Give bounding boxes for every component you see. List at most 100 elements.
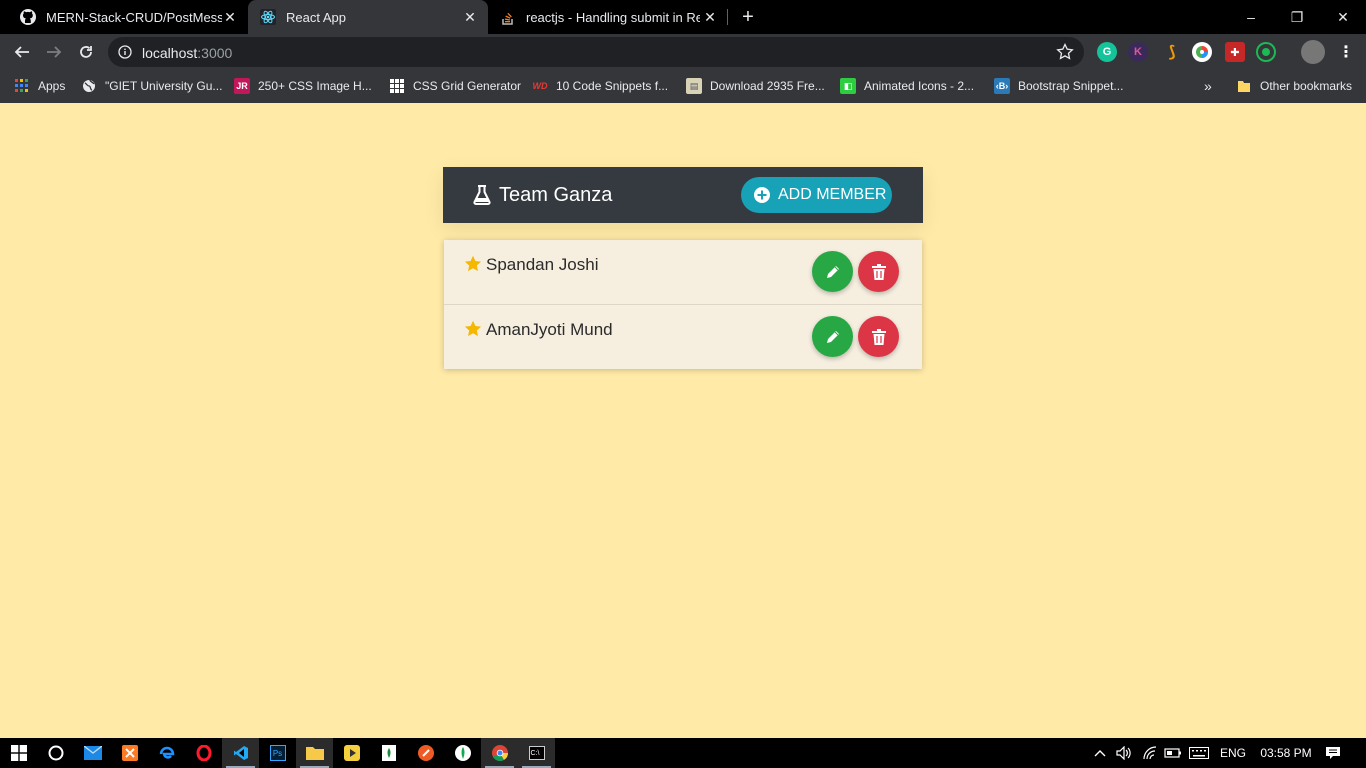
notification-center-button[interactable] <box>1318 738 1348 768</box>
kite-icon[interactable]: K <box>1128 42 1148 62</box>
bookmark-label: 250+ CSS Image H... <box>258 79 372 93</box>
taskbar-chrome[interactable] <box>481 738 518 768</box>
bookmark-label: Apps <box>38 79 66 93</box>
pin-extension-icon[interactable]: ⟆ <box>1162 42 1182 62</box>
address-bar[interactable]: localhost:3000 <box>108 37 1084 67</box>
taskbar-photoshop[interactable]: Ps <box>259 738 296 768</box>
url-host: localhost <box>142 45 198 61</box>
clock[interactable]: 03:58 PM <box>1252 738 1320 768</box>
language-indicator[interactable]: ENG <box>1216 738 1250 768</box>
github-icon <box>20 9 36 25</box>
taskbar-xampp[interactable] <box>111 738 148 768</box>
bootstrap-icon: ‹B› <box>994 78 1010 94</box>
stackoverflow-icon <box>502 12 513 25</box>
keyboard-icon[interactable] <box>1186 738 1212 768</box>
menu-kebab-icon[interactable]: ⋮ <box>1336 42 1356 62</box>
bookmark-apps[interactable]: Apps <box>14 76 65 96</box>
taskbar-terminal[interactable]: C:\ <box>518 738 555 768</box>
tab-react-app[interactable]: React App ✕ <box>248 0 488 34</box>
bookmark-css-grid[interactable]: CSS Grid Generator <box>389 76 521 96</box>
profile-avatar[interactable] <box>1301 40 1325 64</box>
tab-github[interactable]: MERN-Stack-CRUD/PostMessage ✕ <box>8 0 248 34</box>
bookmark-label: "GIET University Gu... <box>105 79 223 93</box>
browser-toolbar: localhost:3000 G K ⟆ ✚ ⋮ <box>0 34 1366 70</box>
picker-extension-icon[interactable]: ✚ <box>1225 42 1245 62</box>
battery-icon[interactable] <box>1162 738 1184 768</box>
photoshop-icon: Ps <box>269 745 286 761</box>
bookmark-label: 10 Code Snippets f... <box>556 79 669 93</box>
star-icon <box>464 320 482 337</box>
bookmark-giet[interactable]: "GIET University Gu... <box>81 76 222 96</box>
cortana-circle-icon <box>48 745 63 761</box>
folder-icon <box>1236 78 1252 94</box>
download-icon: ▤ <box>686 78 702 94</box>
jr-icon: JR <box>234 78 250 94</box>
taskbar-edge[interactable] <box>148 738 185 768</box>
edge-icon <box>159 746 174 759</box>
star-icon <box>464 255 482 272</box>
start-button[interactable] <box>0 738 37 768</box>
new-tab-button[interactable]: + <box>738 7 758 27</box>
taskbar-media[interactable] <box>333 738 370 768</box>
edit-button[interactable] <box>812 316 853 357</box>
member-name: AmanJyoti Mund <box>486 320 613 339</box>
minimize-button[interactable]: – <box>1228 0 1274 34</box>
taskbar-notepad[interactable] <box>370 738 407 768</box>
back-button[interactable] <box>11 41 33 63</box>
restore-button[interactable]: ❐ <box>1274 0 1320 34</box>
taskbar-mail[interactable] <box>74 738 111 768</box>
bookmark-star-icon[interactable] <box>1056 43 1074 61</box>
color-wheel-icon[interactable] <box>1192 42 1212 62</box>
folder-icon <box>305 747 324 760</box>
taskbar-opera[interactable] <box>185 738 222 768</box>
bookmark-animated-icons[interactable]: ◧ Animated Icons - 2... <box>840 76 974 96</box>
tab-stackoverflow[interactable]: reactjs - Handling submit in React ✕ <box>488 0 728 34</box>
pencil-icon <box>826 265 839 278</box>
trash-icon <box>871 328 886 345</box>
info-icon[interactable] <box>118 45 132 59</box>
plus-circle-icon <box>754 187 770 203</box>
bookmark-code-snippets[interactable]: WD 10 Code Snippets f... <box>532 76 669 96</box>
add-member-button[interactable]: ADD MEMBER <box>741 177 892 213</box>
url-port: :3000 <box>197 45 233 61</box>
tab-title: React App <box>286 9 346 25</box>
bookmark-bootstrap[interactable]: ‹B› Bootstrap Snippet... <box>994 76 1123 96</box>
taskbar-file-explorer[interactable] <box>296 738 333 768</box>
tray-overflow-icon[interactable] <box>1090 738 1110 768</box>
edit-button[interactable] <box>812 251 853 292</box>
xampp-icon <box>121 745 138 761</box>
team-title: Team Ganza <box>499 184 613 206</box>
close-tab-icon[interactable]: ✕ <box>462 9 478 25</box>
add-member-label: ADD MEMBER <box>778 186 887 203</box>
taskbar-postman[interactable] <box>407 738 444 768</box>
animated-icons-icon: ◧ <box>840 78 856 94</box>
close-tab-icon[interactable]: ✕ <box>222 9 238 25</box>
wd-icon: WD <box>532 81 548 91</box>
tab-strip: MERN-Stack-CRUD/PostMessage ✕ React App … <box>0 0 1366 34</box>
wifi-icon[interactable] <box>1139 738 1161 768</box>
delete-button[interactable] <box>858 316 899 357</box>
taskbar-mongodb[interactable] <box>444 738 481 768</box>
grammarly-icon[interactable]: G <box>1097 42 1117 62</box>
pencil-icon <box>826 330 839 343</box>
arrow-right-icon <box>47 46 62 58</box>
bookmark-label: Bootstrap Snippet... <box>1018 79 1124 93</box>
volume-icon[interactable] <box>1113 738 1135 768</box>
trash-icon <box>871 263 886 280</box>
search-button[interactable] <box>37 738 74 768</box>
close-tab-icon[interactable]: ✕ <box>702 9 718 25</box>
taskbar-vscode[interactable] <box>222 738 259 768</box>
other-bookmarks[interactable]: Other bookmarks <box>1236 76 1352 96</box>
bookmark-label: Download 2935 Fre... <box>710 79 825 93</box>
bookmarks-overflow-button[interactable]: » <box>1204 76 1212 96</box>
bookmark-css-image[interactable]: JR 250+ CSS Image H... <box>234 76 372 96</box>
mongodb-icon <box>454 745 471 761</box>
target-extension-icon[interactable] <box>1256 42 1276 62</box>
reload-button[interactable] <box>75 41 97 63</box>
close-window-button[interactable]: ✕ <box>1320 0 1366 34</box>
delete-button[interactable] <box>858 251 899 292</box>
opera-icon <box>196 745 211 761</box>
bookmark-download[interactable]: ▤ Download 2935 Fre... <box>686 76 825 96</box>
forward-button[interactable] <box>43 41 65 63</box>
url-text: localhost:3000 <box>142 45 232 61</box>
